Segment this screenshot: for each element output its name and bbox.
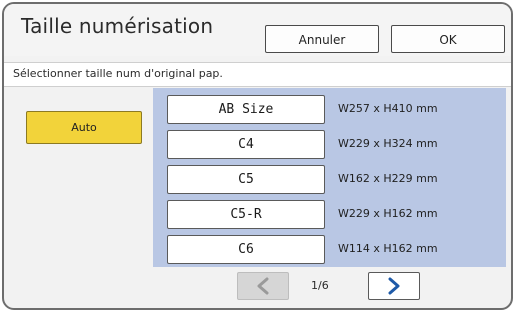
cancel-button[interactable]: Annuler <box>265 25 379 53</box>
size-dimensions: W114 x H162 mm <box>338 242 438 255</box>
size-dimensions: W229 x H162 mm <box>338 207 438 220</box>
next-page-button[interactable] <box>368 272 420 300</box>
size-button-ab-size[interactable]: AB Size <box>167 95 325 124</box>
ok-button[interactable]: OK <box>391 25 505 53</box>
size-dimensions: W162 x H229 mm <box>338 172 438 185</box>
previous-page-button[interactable] <box>237 272 289 300</box>
chevron-right-icon <box>388 277 400 295</box>
chevron-left-icon <box>257 277 269 295</box>
page-indicator: 1/6 <box>311 279 329 292</box>
size-row: C5-R W229 x H162 mm <box>153 200 506 229</box>
auto-size-button[interactable]: Auto <box>26 111 142 144</box>
dialog-header: Taille numérisation Annuler OK <box>4 4 511 56</box>
pagination: 1/6 <box>4 270 511 304</box>
size-list-panel: AB Size W257 x H410 mm C4 W229 x H324 mm… <box>153 88 506 267</box>
size-button-c5[interactable]: C5 <box>167 165 325 194</box>
size-dimensions: W257 x H410 mm <box>338 102 438 115</box>
size-row: C4 W229 x H324 mm <box>153 130 506 159</box>
size-row: AB Size W257 x H410 mm <box>153 95 506 124</box>
dialog-title: Taille numérisation <box>21 14 214 38</box>
scan-size-dialog: Taille numérisation Annuler OK Sélection… <box>2 2 513 310</box>
size-dimensions: W229 x H324 mm <box>338 137 438 150</box>
size-button-c4[interactable]: C4 <box>167 130 325 159</box>
size-button-c5-r[interactable]: C5-R <box>167 200 325 229</box>
instruction-bar: Sélectionner taille num d'original pap. <box>4 62 511 87</box>
size-row: C6 W114 x H162 mm <box>153 235 506 264</box>
instruction-text: Sélectionner taille num d'original pap. <box>13 67 223 80</box>
size-button-c6[interactable]: C6 <box>167 235 325 264</box>
size-row: C5 W162 x H229 mm <box>153 165 506 194</box>
